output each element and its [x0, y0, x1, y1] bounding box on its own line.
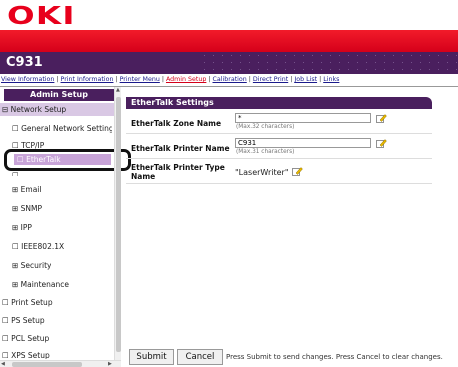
printer-type-row: EtherTalk Printer Type Name "LaserWriter…: [126, 160, 432, 184]
brand-band: [0, 30, 458, 52]
sidebar-item-xps-setup[interactable]: ☐ XPS Setup: [2, 351, 50, 359]
zone-name-input[interactable]: *: [235, 113, 371, 123]
zone-name-hint: (Max.32 characters): [236, 124, 295, 130]
sidebar-item-ps-setup[interactable]: ☐ PS Setup: [2, 316, 45, 325]
top-menu: View Information | Print Information | P…: [0, 76, 458, 87]
menu-admin-setup[interactable]: Admin Setup: [166, 76, 206, 83]
sidebar-item-general-network-setting[interactable]: ☐ General Network Setting: [12, 124, 112, 133]
sidebar-item-network-setup[interactable]: ⊟ Network Setup: [2, 105, 66, 114]
menu-printer-menu[interactable]: Printer Menu: [120, 76, 160, 83]
sidebar-horizontal-scrollbar[interactable]: ◀ ▶: [0, 360, 121, 367]
sidebar-vertical-scrollbar[interactable]: ▲: [114, 87, 121, 360]
scroll-left-icon[interactable]: ◀: [1, 361, 5, 367]
sidebar-item-hidden[interactable]: ☐ ...: [12, 171, 28, 176]
model-name: C931: [6, 55, 43, 70]
dot-pattern: [200, 52, 458, 74]
submit-button[interactable]: Submit: [129, 349, 174, 365]
sidebar-item-ieee8021x[interactable]: ☐ IEEE802.1X: [12, 242, 64, 251]
edit-icon[interactable]: [292, 166, 303, 176]
printer-name-input[interactable]: C931: [235, 138, 371, 148]
sidebar-scroll-thumb[interactable]: [116, 97, 121, 352]
sidebar-item-print-setup[interactable]: ☐ Print Setup: [2, 298, 53, 307]
scroll-up-icon[interactable]: ▲: [116, 87, 120, 93]
menu-job-list[interactable]: Job List: [294, 76, 317, 83]
printer-name-label: EtherTalk Printer Name: [131, 144, 230, 153]
header: OKI: [0, 0, 458, 30]
menu-calibration[interactable]: Calibration: [213, 76, 247, 83]
sidebar: Admin Setup ⊟ Network Setup ☐ General Ne…: [0, 87, 131, 367]
printer-type-value: "LaserWriter": [235, 168, 289, 177]
zone-name-row: EtherTalk Zone Name * (Max.32 characters…: [126, 110, 432, 134]
sidebar-item-email[interactable]: ⊞ Email: [12, 185, 41, 194]
scroll-right-icon[interactable]: ▶: [108, 361, 112, 367]
sidebar-header: Admin Setup: [4, 89, 114, 101]
highlight-callout: [4, 149, 131, 171]
action-bar: Submit Cancel Press Submit to send chang…: [121, 347, 458, 367]
panel-title: EtherTalk Settings: [126, 97, 432, 109]
sidebar-item-snmp[interactable]: ⊞ SNMP: [12, 204, 42, 213]
printer-name-hint: (Max.31 characters): [236, 149, 295, 155]
menu-view-information[interactable]: View Information: [1, 76, 54, 83]
sidebar-item-pcl-setup[interactable]: ☐ PCL Setup: [2, 334, 49, 343]
oki-logo: OKI: [7, 1, 76, 30]
cancel-button[interactable]: Cancel: [177, 349, 223, 365]
sidebar-item-security[interactable]: ⊞ Security: [12, 261, 51, 270]
menu-print-information[interactable]: Print Information: [61, 76, 114, 83]
printer-type-label: EtherTalk Printer Type Name: [131, 163, 225, 181]
sidebar-item-ipp[interactable]: ⊞ IPP: [12, 223, 32, 232]
sidebar-item-tcpip[interactable]: ☐ TCP/IP: [12, 141, 112, 149]
menu-direct-print[interactable]: Direct Print: [253, 76, 288, 83]
zone-name-label: EtherTalk Zone Name: [131, 119, 222, 128]
menu-links[interactable]: Links: [323, 76, 339, 83]
edit-icon[interactable]: [376, 138, 387, 148]
action-hint: Press Submit to send changes. Press Canc…: [226, 353, 443, 361]
printer-name-row: EtherTalk Printer Name C931 (Max.31 char…: [126, 135, 432, 159]
edit-icon[interactable]: [376, 113, 387, 123]
sidebar-hscroll-thumb[interactable]: [12, 362, 82, 367]
sidebar-item-maintenance[interactable]: ⊞ Maintenance: [12, 280, 69, 289]
